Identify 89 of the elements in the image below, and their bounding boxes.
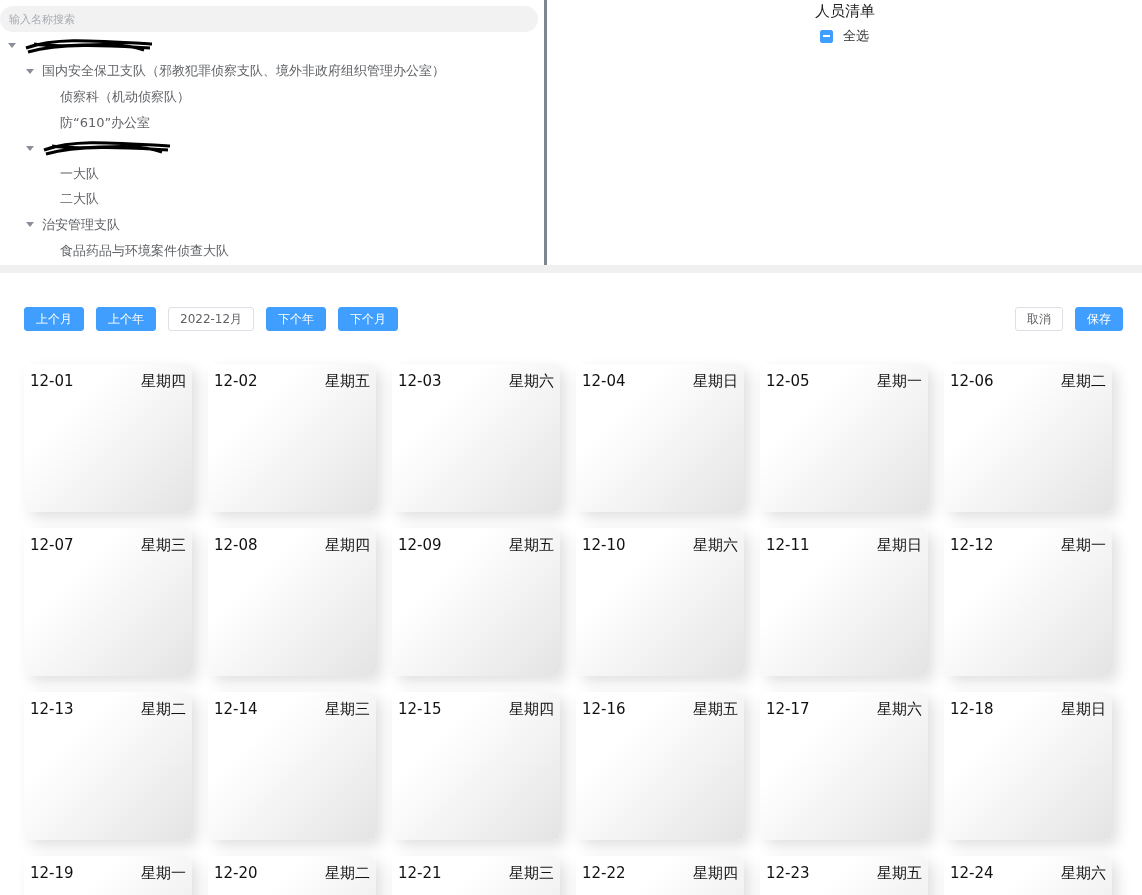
day-card[interactable]: 12-08 星期四 [208, 528, 376, 676]
day-weekday: 星期六 [1061, 864, 1106, 883]
day-weekday: 星期一 [1061, 536, 1106, 555]
month-button[interactable]: 2022-12月 [168, 307, 255, 331]
day-card[interactable]: 12-23 星期五 [760, 856, 928, 895]
day-date: 12-22 [582, 864, 626, 882]
day-card[interactable]: 12-07 星期三 [24, 528, 192, 676]
day-weekday: 星期一 [877, 372, 922, 391]
day-date: 12-13 [30, 700, 74, 718]
tree-node-label[interactable]: 防“610”办公室 [60, 113, 151, 132]
day-card[interactable]: 12-01 星期四 [24, 364, 192, 512]
day-date: 12-06 [950, 372, 994, 390]
day-weekday: 星期三 [509, 864, 554, 883]
day-card[interactable]: 12-14 星期三 [208, 692, 376, 840]
day-date: 12-01 [30, 372, 74, 390]
day-weekday: 星期二 [325, 864, 370, 883]
day-date: 12-05 [766, 372, 810, 390]
day-weekday: 星期四 [141, 372, 186, 391]
day-date: 12-07 [30, 536, 74, 554]
tree-node-label[interactable]: 一大队 [60, 164, 99, 183]
day-date: 12-11 [766, 536, 810, 554]
day-card[interactable]: 12-02 星期五 [208, 364, 376, 512]
caret-icon[interactable] [26, 68, 34, 74]
day-weekday: 星期二 [141, 700, 186, 719]
day-date: 12-02 [214, 372, 258, 390]
day-date: 12-21 [398, 864, 442, 882]
tree-node-label[interactable]: 国内安全保卫支队（邪教犯罪侦察支队、境外非政府组织管理办公室） [42, 62, 445, 81]
caret-icon[interactable] [26, 222, 34, 228]
day-card[interactable]: 12-06 星期二 [944, 364, 1112, 512]
day-weekday: 星期二 [1061, 372, 1106, 391]
day-weekday: 星期五 [509, 536, 554, 555]
tree-node-label[interactable]: 治安管理支队 [42, 215, 120, 234]
day-weekday: 星期四 [509, 700, 554, 719]
day-date: 12-09 [398, 536, 442, 554]
day-card[interactable]: 12-19 星期一 [24, 856, 192, 895]
caret-icon[interactable] [8, 43, 16, 49]
day-card[interactable]: 12-11 星期日 [760, 528, 928, 676]
day-weekday: 星期日 [693, 372, 738, 391]
search-field[interactable]: 输入名称搜索 [0, 6, 538, 32]
day-card[interactable]: 12-10 星期六 [576, 528, 744, 676]
day-weekday: 星期六 [509, 372, 554, 391]
cancel-button[interactable]: 取消 [1015, 307, 1063, 331]
checkbox-label[interactable]: 全选 [843, 27, 869, 45]
day-weekday: 星期五 [693, 700, 738, 719]
day-weekday: 星期日 [1061, 700, 1106, 719]
panel-title: 人员清单 [814, 2, 875, 21]
day-card[interactable]: 12-15 星期四 [392, 692, 560, 840]
day-card[interactable]: 12-05 星期一 [760, 364, 928, 512]
day-card[interactable]: 12-20 星期二 [208, 856, 376, 895]
day-weekday: 星期六 [693, 536, 738, 555]
tree-node-label[interactable]: 二大队 [60, 190, 99, 209]
day-card[interactable]: 12-21 星期三 [392, 856, 560, 895]
day-date: 12-18 [950, 700, 994, 718]
day-card[interactable]: 12-03 星期六 [392, 364, 560, 512]
day-date: 12-04 [582, 372, 626, 390]
tree-node-label[interactable]: 食品药品与环境案件侦查大队 [60, 241, 229, 260]
day-date: 12-10 [582, 536, 626, 554]
day-date: 12-15 [398, 700, 442, 718]
day-weekday: 星期三 [325, 700, 370, 719]
day-date: 12-03 [398, 372, 442, 390]
day-weekday: 星期一 [141, 864, 186, 883]
day-weekday: 星期三 [141, 536, 186, 555]
day-weekday: 星期四 [693, 864, 738, 883]
day-date: 12-23 [766, 864, 810, 882]
checkbox[interactable] [820, 29, 833, 43]
day-card[interactable]: 12-22 星期四 [576, 856, 744, 895]
day-card[interactable]: 12-04 星期日 [576, 364, 744, 512]
day-date: 12-19 [30, 864, 74, 882]
day-date: 12-12 [950, 536, 994, 554]
day-date: 12-24 [950, 864, 994, 882]
day-card[interactable]: 12-17 星期六 [760, 692, 928, 840]
day-date: 12-08 [214, 536, 258, 554]
caret-icon[interactable] [26, 145, 34, 151]
day-weekday: 星期五 [325, 372, 370, 391]
day-date: 12-17 [766, 700, 810, 718]
tree-node-label[interactable]: 侦察科（机动侦察队） [60, 88, 190, 106]
day-weekday: 星期六 [877, 700, 922, 719]
day-weekday: 星期日 [877, 536, 922, 555]
day-date: 12-20 [214, 864, 258, 882]
day-card[interactable]: 12-09 星期五 [392, 528, 560, 676]
day-weekday: 星期四 [325, 536, 370, 555]
day-card[interactable]: 12-24 星期六 [944, 856, 1112, 895]
day-card[interactable]: 12-16 星期五 [576, 692, 744, 840]
day-card[interactable]: 12-18 星期日 [944, 692, 1112, 840]
day-card[interactable]: 12-13 星期二 [24, 692, 192, 840]
day-card[interactable]: 12-12 星期一 [944, 528, 1112, 676]
day-date: 12-14 [214, 700, 258, 718]
day-date: 12-16 [582, 700, 626, 718]
day-weekday: 星期五 [877, 864, 922, 883]
